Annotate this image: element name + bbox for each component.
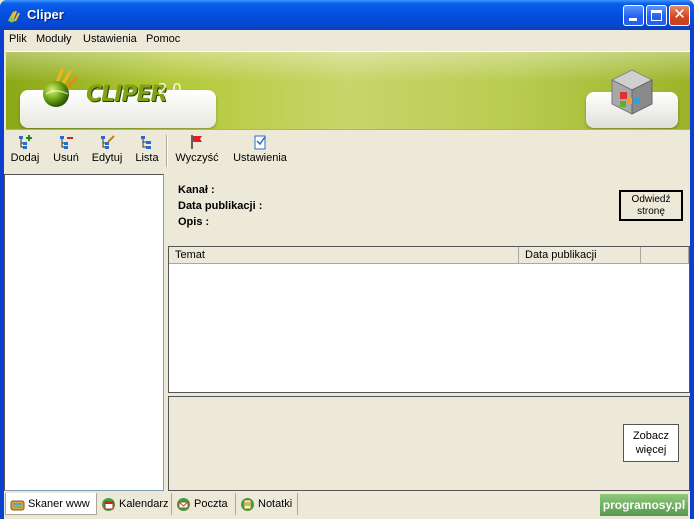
tab-calendar-label: Kalendarz <box>119 498 169 510</box>
add-label: Dodaj <box>10 152 40 164</box>
pubdate-label: Data publikacji : <box>178 200 263 212</box>
header-banner: CLIPER 2.0 <box>6 51 690 130</box>
settings-label: Ustawienia <box>233 152 287 164</box>
close-button[interactable]: ✕ <box>669 5 690 26</box>
see-more-label-2: więcej <box>635 444 667 456</box>
tree-add-icon <box>19 135 32 149</box>
tree-remove-icon <box>60 136 73 149</box>
notes-icon <box>241 498 254 511</box>
minimize-icon <box>629 18 637 21</box>
red-flag-icon <box>191 135 202 149</box>
toolbar: Dodaj Usuń Edytuj Lista Wyczyść Ustawien… <box>4 132 690 170</box>
remove-label: Usuń <box>53 152 79 164</box>
channel-info: Kanał : Data publikacji : Opis : <box>178 182 262 230</box>
scanner-icon <box>10 500 25 511</box>
clear-button[interactable]: Wyczyść <box>174 134 220 164</box>
settings-button[interactable]: Ustawienia <box>232 134 288 164</box>
app-icon <box>8 10 20 23</box>
tree-edit-icon <box>101 135 115 149</box>
see-more-label-1: Zobacz <box>632 430 670 442</box>
watermark: programosy.pl <box>600 494 688 516</box>
column-header-extra[interactable] <box>641 247 689 263</box>
tab-scanner-label: Skaner www <box>28 498 90 510</box>
channel-label: Kanał : <box>178 184 215 196</box>
remove-button[interactable]: Usuń <box>51 134 81 164</box>
tab-scanner[interactable]: Skaner www <box>5 493 97 515</box>
list-label: Lista <box>135 152 159 164</box>
app-window: Cliper ✕ Plik Moduły Ustawienia Pomoc CL… <box>0 0 694 519</box>
close-icon: ✕ <box>673 5 686 23</box>
window-title: Cliper <box>27 7 64 22</box>
list-button[interactable]: Lista <box>134 134 160 164</box>
tab-calendar[interactable]: Kalendarz <box>97 493 172 515</box>
modules-cube-icon <box>610 69 654 115</box>
maximize-icon <box>651 10 662 21</box>
articles-table[interactable]: Temat Data publikacji <box>168 246 690 393</box>
edit-button[interactable]: Edytuj <box>90 134 124 164</box>
column-header-pubdate[interactable]: Data publikacji <box>519 247 641 263</box>
edit-label: Edytuj <box>91 152 123 164</box>
visit-site-label-2: stronę <box>637 206 665 217</box>
tab-mail-label: Poczta <box>194 498 228 510</box>
add-button[interactable]: Dodaj <box>10 134 40 164</box>
visit-site-label-1: Odwiedź <box>631 194 671 205</box>
tree-list-icon <box>141 136 151 149</box>
visit-site-button[interactable]: Odwiedź stronę <box>619 190 683 221</box>
menu-plik[interactable]: Plik <box>9 33 27 45</box>
see-more-button[interactable]: Zobacz więcej <box>623 424 679 462</box>
maximize-button[interactable] <box>646 5 667 26</box>
calendar-icon <box>102 498 115 511</box>
menu-moduly[interactable]: Moduły <box>36 33 71 45</box>
table-header: Temat Data publikacji <box>169 247 689 264</box>
logo-text: CLIPER <box>86 82 167 107</box>
logo-ball-icon <box>43 68 78 107</box>
menu-ustawienia[interactable]: Ustawienia <box>83 33 137 45</box>
tab-notes-label: Notatki <box>258 498 293 510</box>
channel-tree-panel[interactable] <box>4 174 164 491</box>
settings-doc-icon <box>254 135 266 150</box>
client-area: Plik Moduły Ustawienia Pomoc CLIPER 2.0 … <box>4 30 690 519</box>
clear-label: Wyczyść <box>175 152 219 164</box>
menu-pomoc[interactable]: Pomoc <box>146 33 180 45</box>
tab-mail[interactable]: Poczta <box>172 493 236 515</box>
logo-version: 2.0 <box>158 80 182 98</box>
description-label: Opis : <box>178 216 210 228</box>
module-tabs: Skaner www Kalendarz Poczta Notatki prog… <box>4 492 690 519</box>
tab-notes[interactable]: Notatki <box>236 493 298 515</box>
article-detail-panel <box>168 396 690 491</box>
column-header-topic[interactable]: Temat <box>169 247 519 263</box>
mail-icon <box>177 498 190 511</box>
toolbar-separator <box>166 135 168 167</box>
minimize-button[interactable] <box>623 5 644 26</box>
title-bar[interactable]: Cliper ✕ <box>0 0 694 30</box>
menu-bar: Plik Moduły Ustawienia Pomoc <box>4 30 690 49</box>
